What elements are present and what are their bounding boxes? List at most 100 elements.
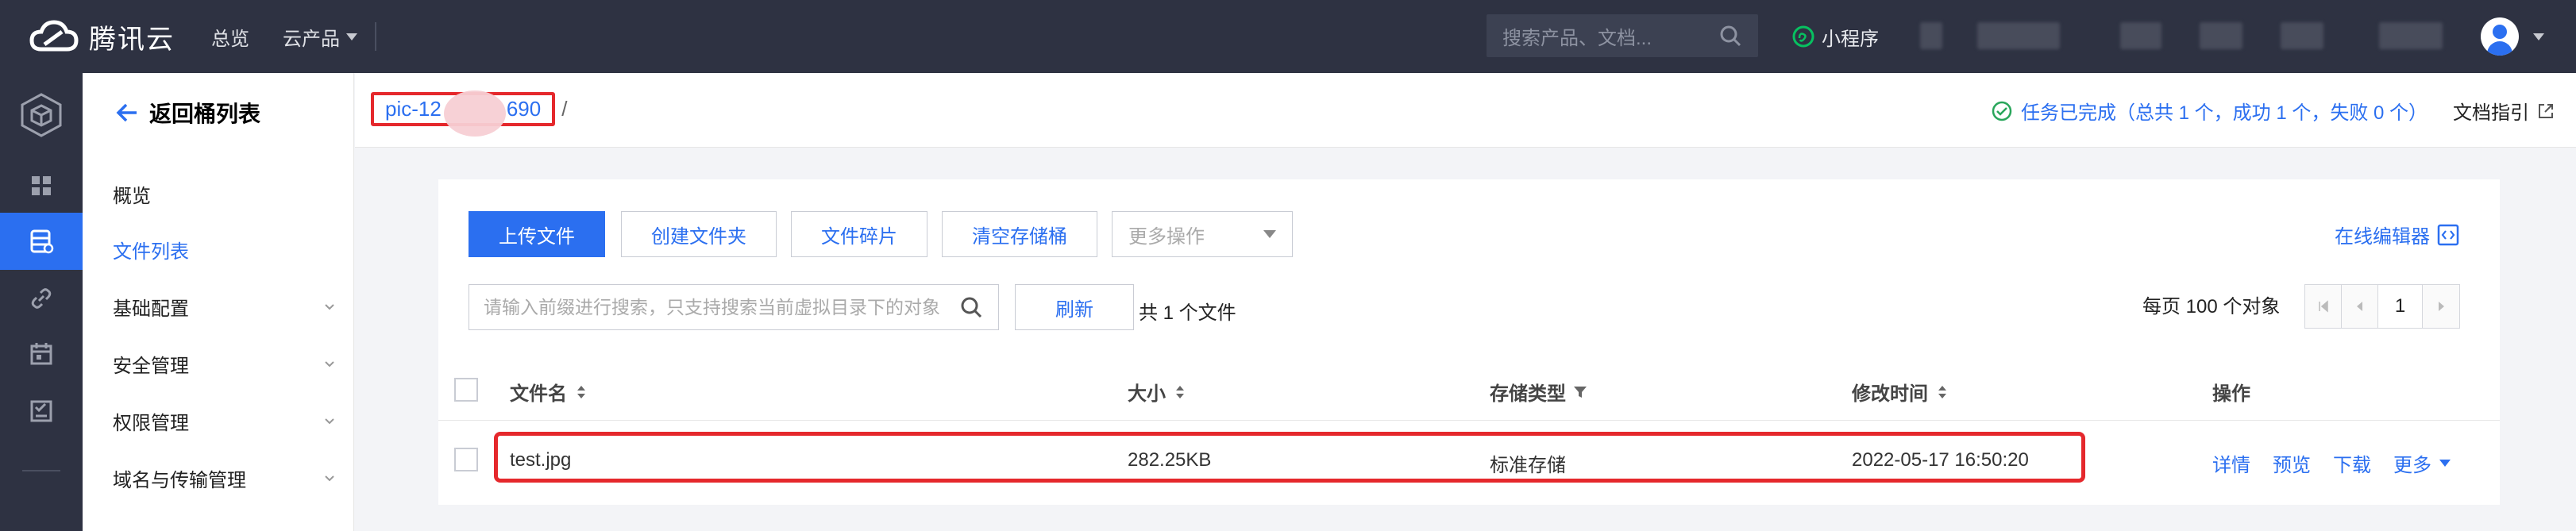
filter-icon bbox=[1574, 386, 1587, 398]
search-icon[interactable] bbox=[1718, 24, 1742, 48]
online-editor-label: 在线编辑器 bbox=[2335, 226, 2430, 248]
check-circle-icon bbox=[1992, 101, 2012, 121]
redacted-nav-item[interactable] bbox=[1920, 22, 1942, 49]
sidebar-item-permissions[interactable]: 权限管理 bbox=[113, 403, 335, 438]
current-page[interactable]: 1 bbox=[2378, 285, 2423, 328]
sidebar-item-security[interactable]: 安全管理 bbox=[113, 346, 335, 381]
table-header: 文件名 大小 存储类型 修改时间 操作 bbox=[438, 359, 2500, 421]
brand-name: 腾讯云 bbox=[89, 24, 175, 55]
redacted-nav-item[interactable] bbox=[2120, 22, 2161, 49]
more-link[interactable]: 更多 bbox=[2393, 449, 2431, 477]
download-link[interactable]: 下载 bbox=[2333, 449, 2371, 477]
chevron-down-icon bbox=[325, 475, 334, 482]
chevron-down-icon bbox=[325, 304, 334, 310]
first-page-icon bbox=[2318, 300, 2328, 313]
more-actions-label: 更多操作 bbox=[1128, 225, 1205, 248]
rail-bucket-list[interactable] bbox=[0, 213, 83, 270]
prefix-search-input[interactable] bbox=[484, 296, 958, 318]
upload-file-button[interactable]: 上传文件 bbox=[469, 211, 605, 257]
cloud-logo-icon bbox=[29, 20, 79, 52]
back-to-bucket-list[interactable]: 返回桶列表 bbox=[114, 97, 260, 129]
sidebar-item-domain-transfer[interactable]: 域名与传输管理 bbox=[113, 460, 335, 495]
sidebar-item-basic-config[interactable]: 基础配置 bbox=[113, 289, 335, 324]
column-header-label: 文件名 bbox=[510, 383, 567, 405]
sidebar-item-overview[interactable]: 概览 bbox=[113, 176, 335, 211]
sidebar-item-label: 文件列表 bbox=[113, 240, 189, 263]
grid-icon bbox=[32, 176, 51, 195]
redaction-smudge bbox=[444, 90, 506, 137]
global-search[interactable]: 搜索产品、文档... bbox=[1487, 14, 1758, 57]
create-folder-button[interactable]: 创建文件夹 bbox=[621, 211, 777, 257]
storage-icon bbox=[30, 229, 54, 254]
select-all-checkbox[interactable] bbox=[454, 378, 478, 402]
avatar-head bbox=[2493, 25, 2507, 39]
column-header-actions: 操作 bbox=[2212, 378, 2250, 406]
breadcrumb-separator: / bbox=[561, 96, 568, 121]
prev-page-button[interactable] bbox=[2342, 285, 2378, 328]
row-actions: 详情 预览 下载 更多 bbox=[2212, 449, 2473, 477]
column-header-modified[interactable]: 修改时间 bbox=[1852, 378, 1950, 406]
redacted-nav-item[interactable] bbox=[2379, 22, 2443, 49]
sidebar-item-label: 基础配置 bbox=[113, 298, 189, 320]
breadcrumb: pic-12 690 / bbox=[371, 90, 568, 137]
online-editor-link[interactable]: 在线编辑器 bbox=[2335, 221, 2460, 248]
prefix-search[interactable] bbox=[469, 284, 999, 330]
redacted-nav-item[interactable] bbox=[1977, 22, 2060, 49]
sidebar-item-label: 概览 bbox=[113, 185, 151, 207]
preview-link[interactable]: 预览 bbox=[2273, 449, 2311, 477]
row-checkbox[interactable] bbox=[454, 448, 478, 471]
more-actions-select[interactable]: 更多操作 bbox=[1112, 211, 1293, 257]
refresh-button[interactable]: 刷新 bbox=[1015, 284, 1134, 330]
search-icon[interactable] bbox=[958, 294, 984, 320]
nav-divider bbox=[375, 22, 376, 51]
details-link[interactable]: 详情 bbox=[2212, 449, 2250, 477]
nav-overview[interactable]: 总览 bbox=[211, 23, 249, 51]
first-page-button[interactable] bbox=[2305, 285, 2342, 328]
external-link-icon bbox=[2539, 103, 2553, 118]
page-size-label[interactable]: 每页 100 个对象 bbox=[2142, 291, 2280, 318]
redacted-nav-item[interactable] bbox=[2281, 22, 2323, 49]
column-header-storage-class[interactable]: 存储类型 bbox=[1490, 378, 1588, 406]
doc-guide-link[interactable]: 文档指引 bbox=[2453, 97, 2555, 125]
link-icon bbox=[31, 288, 52, 309]
rail-calendar[interactable] bbox=[0, 325, 83, 383]
bucket-name-prefix: pic-12 bbox=[385, 96, 442, 121]
avatar[interactable] bbox=[2481, 17, 2519, 56]
bucket-name-suffix: 690 bbox=[506, 96, 542, 121]
cos-product-logo[interactable] bbox=[0, 79, 83, 151]
table-row[interactable]: test.jpg 282.25KB 标准存储 2022-05-17 16:50:… bbox=[438, 422, 2500, 498]
sidebar-item-label: 域名与传输管理 bbox=[113, 469, 246, 491]
cube-icon bbox=[21, 93, 62, 137]
bucket-name-link[interactable]: pic-12 690 bbox=[371, 90, 556, 137]
column-header-name[interactable]: 文件名 bbox=[510, 378, 589, 406]
back-label: 返回桶列表 bbox=[149, 102, 261, 126]
column-header-size[interactable]: 大小 bbox=[1128, 378, 1188, 406]
avatar-body bbox=[2487, 41, 2512, 56]
nav-products[interactable]: 云产品 bbox=[283, 23, 357, 51]
doc-guide-label: 文档指引 bbox=[2453, 102, 2529, 124]
mini-program-icon bbox=[1792, 25, 1814, 48]
redacted-nav-item[interactable] bbox=[2200, 22, 2242, 49]
sidebar-item-file-list[interactable]: 文件列表 bbox=[113, 232, 335, 267]
rail-overview[interactable] bbox=[0, 157, 83, 214]
column-header-label: 操作 bbox=[2212, 383, 2250, 405]
bucket-sidebar: 返回桶列表 概览 文件列表 基础配置 安全管理 权限管理 域名与传输管理 bbox=[83, 73, 354, 531]
arrow-left-icon bbox=[116, 103, 137, 122]
chevron-left-icon bbox=[2356, 302, 2362, 311]
chevron-down-icon bbox=[325, 361, 334, 367]
next-page-button[interactable] bbox=[2423, 285, 2459, 328]
clear-bucket-button[interactable]: 清空存储桶 bbox=[942, 211, 1097, 257]
sort-icon bbox=[1176, 385, 1184, 398]
rail-task[interactable] bbox=[0, 383, 83, 440]
column-header-label: 大小 bbox=[1128, 383, 1166, 405]
brand-logo[interactable]: 腾讯云 bbox=[27, 14, 175, 59]
mini-program-link[interactable]: 小程序 bbox=[1791, 17, 1879, 56]
chevron-down-icon[interactable] bbox=[2533, 33, 2544, 40]
task-status-text: 任务已完成（总共 1 个，成功 1 个，失败 0 个） bbox=[2021, 102, 2428, 124]
column-header-label: 存储类型 bbox=[1490, 383, 1566, 405]
rail-link[interactable] bbox=[0, 270, 83, 327]
file-fragments-button[interactable]: 文件碎片 bbox=[791, 211, 927, 257]
column-header-label: 修改时间 bbox=[1852, 383, 1928, 405]
task-status[interactable]: 任务已完成（总共 1 个，成功 1 个，失败 0 个） bbox=[1991, 97, 2428, 125]
mini-program-label: 小程序 bbox=[1822, 28, 1879, 50]
